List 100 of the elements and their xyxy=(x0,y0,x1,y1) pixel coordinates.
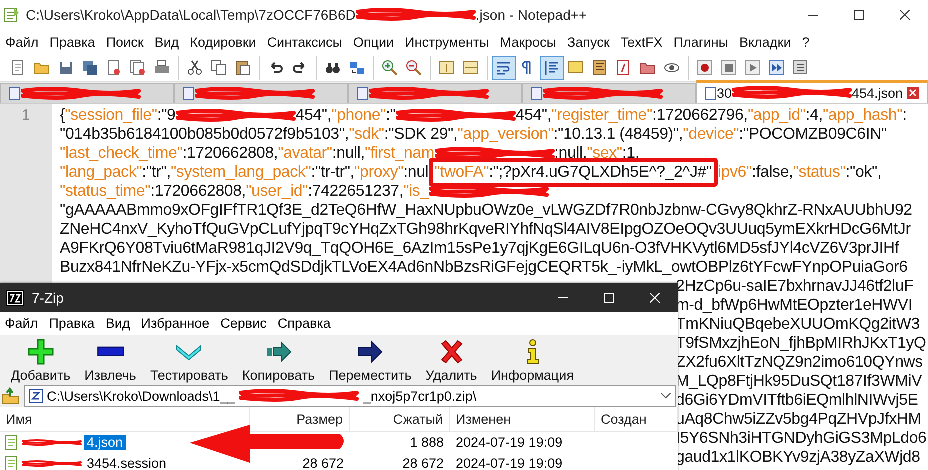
json-text: M_LQp8FtjHk95DuSQt187If3WMiV xyxy=(676,372,922,391)
close-files-icon xyxy=(130,60,146,76)
json-text: d6Gi6YDmVITftb6iEQmlhlNIWvj5E xyxy=(676,391,918,410)
file-tab[interactable] xyxy=(174,83,348,103)
json-text: :"POCOMZB09C6IN" xyxy=(739,125,887,144)
json-text: ZNeHC4nxV_KyhoTfQuGVpCLufYjpqT9cYHqZxTGh98hrKqveRIYhfNqSl4AIV8EIpgOZOeOQv3UUuq5ymEXkrHDcG6MtJr xyxy=(60,220,911,239)
folder-up-icon[interactable] xyxy=(2,387,20,405)
menu-item[interactable]: Файл xyxy=(2,316,46,331)
json-text: :null, xyxy=(554,144,588,163)
menu-item[interactable]: Плагины xyxy=(668,34,734,50)
toolbar-button[interactable]: Извлечь xyxy=(78,338,144,382)
file-tab[interactable] xyxy=(0,83,174,103)
menu-item[interactable]: Сервис xyxy=(218,316,275,331)
toolbar-button[interactable] xyxy=(540,56,564,80)
file-icon xyxy=(356,87,369,100)
toolbar-button[interactable]: Переместить xyxy=(322,338,419,382)
menu-item[interactable]: Справка xyxy=(274,316,339,331)
menu-item[interactable]: Вид xyxy=(102,316,138,331)
menu-item[interactable]: Правка xyxy=(46,316,103,331)
close-icon[interactable] xyxy=(900,10,910,20)
json-text: :"10.13.1 (48459)", xyxy=(554,125,684,144)
fast-forward-icon xyxy=(769,60,785,76)
json-key: "lang_pack" xyxy=(60,163,142,182)
file-tab[interactable] xyxy=(348,83,522,103)
menu-item[interactable]: Избранное xyxy=(138,316,218,331)
toolbar-button[interactable]: Информация xyxy=(484,338,581,382)
minimize-icon[interactable] xyxy=(808,14,818,16)
notepad-app-icon xyxy=(4,7,20,23)
file-icon xyxy=(182,87,195,100)
column-header[interactable]: Изменен xyxy=(450,407,595,431)
close-file-icon xyxy=(106,60,122,76)
dropdown-caret-icon[interactable] xyxy=(661,393,671,399)
json-key: "sex" xyxy=(587,144,622,163)
toolbar-button[interactable]: Удалить xyxy=(418,338,484,382)
find-replace-icon xyxy=(349,60,365,76)
close-tab-icon[interactable] xyxy=(907,87,920,99)
column-header[interactable]: Сжатый xyxy=(350,407,450,431)
menu-item[interactable]: Синтаксисы xyxy=(262,34,348,50)
json-key: ipv6" xyxy=(718,163,752,182)
maximize-icon[interactable] xyxy=(854,10,864,20)
path-field[interactable]: C:\Users\Kroko\Downloads\1__ _nxoj5p7cr1p0.zip\ xyxy=(24,385,676,407)
menu-item[interactable]: ? xyxy=(796,34,816,50)
minus-icon xyxy=(96,346,125,357)
json-key: "device" xyxy=(683,125,740,144)
json-text: :1720662796, xyxy=(652,106,748,125)
json-text: uAq8Chw5iZZv5bg4PqZHVpJfxHM xyxy=(676,410,922,429)
json-key: "proxy" xyxy=(354,163,404,182)
plus-icon xyxy=(26,338,55,366)
new-file-icon xyxy=(10,60,26,76)
menu-item[interactable]: Кодировки xyxy=(184,34,262,50)
json-text: :"ok", xyxy=(846,163,882,182)
toolbar-button[interactable]: Копировать xyxy=(235,338,322,382)
json-text: :null, xyxy=(332,144,366,163)
file-icon xyxy=(704,86,717,100)
json-text: :1720662808, xyxy=(150,182,246,201)
json-text: T9fSMxzjhEoN_fjhBpMIRhJKxT1yQ xyxy=(676,334,926,353)
file-tab[interactable] xyxy=(522,83,696,103)
json-key: "app_id" xyxy=(748,106,806,125)
menu-item[interactable]: Поиск xyxy=(100,34,150,50)
json-text: ZX2fu6XltTzNQZ9n2imo610QYnws xyxy=(676,353,923,372)
menu-item[interactable]: TextFX xyxy=(615,34,668,50)
toolbar-button[interactable] xyxy=(492,56,516,80)
json-key: "status_time" xyxy=(60,182,151,201)
date-cell: 2024-07-19 19:09 xyxy=(456,456,563,470)
menu-item[interactable]: Инструменты xyxy=(400,34,495,50)
json-text: 454", xyxy=(296,106,332,125)
menu-item[interactable]: Вкладки xyxy=(734,34,797,50)
menu-item[interactable]: Запуск xyxy=(562,34,616,50)
file-tab[interactable]: 30 454.json xyxy=(696,80,928,103)
json-text: :7422651237, xyxy=(308,182,404,201)
toolbar-button[interactable]: Добавить xyxy=(4,338,78,382)
file-name[interactable]: 4.json xyxy=(84,435,126,450)
menu-item[interactable]: Макросы xyxy=(494,34,562,50)
menu-item[interactable]: Правка xyxy=(44,34,101,50)
menu-item[interactable]: Вид xyxy=(149,34,185,50)
function-list-icon xyxy=(616,60,632,76)
toolbar-button[interactable]: Тестировать xyxy=(143,338,236,382)
json-text: m-d_bfWp6HwMtEOpzter1eHWVI xyxy=(676,296,913,315)
json-text: I5Y6SNh3iHTGNDyhGiGS3MpLdo6 xyxy=(676,429,927,448)
json-text: :"tr-tr", xyxy=(311,163,355,182)
archive-file-icon xyxy=(29,389,43,403)
column-header[interactable]: Создан xyxy=(595,407,678,431)
archive-app-icon xyxy=(6,290,24,306)
json-key: "register_time" xyxy=(552,106,652,125)
json-key: "status" xyxy=(793,163,846,182)
json-text: :";?pXr4.uG7QLXDh5E^?_2^J#" xyxy=(489,163,712,182)
json-text: :"9 xyxy=(157,106,176,125)
record-icon xyxy=(697,60,713,76)
window-title: .json - Notepad++ xyxy=(476,7,588,23)
macro-list-icon xyxy=(793,60,809,76)
window-title: 7-Zip xyxy=(32,290,64,306)
menu-item[interactable]: Файл xyxy=(0,34,44,50)
file-icon xyxy=(4,434,20,450)
json-text: 30 xyxy=(716,86,732,100)
json-text: :" xyxy=(386,106,396,125)
json-text: "014b35b6184100b085b0d0572f9b5103", xyxy=(60,125,350,144)
size-cell: 28 672 xyxy=(302,456,344,470)
file-name[interactable]: 3454.session xyxy=(84,456,170,470)
json-text: 454.json xyxy=(852,86,904,100)
menu-item[interactable]: Опции xyxy=(348,34,400,50)
